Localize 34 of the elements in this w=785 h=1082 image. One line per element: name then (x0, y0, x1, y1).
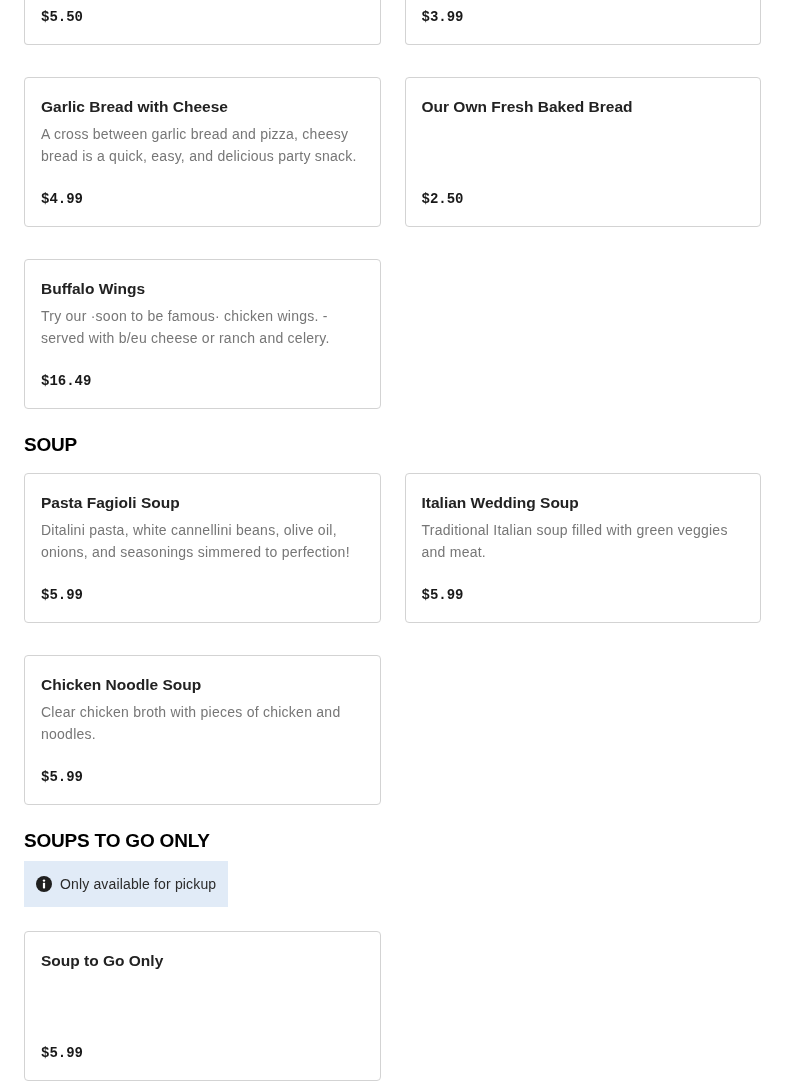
item-price: $5.50 (41, 8, 84, 27)
item-name: Buffalo Wings (41, 279, 147, 299)
section-heading: SOUP (24, 433, 79, 457)
item-description: Try our ·soon to be famous· chicken wings. - served with b/eu cheese or ranch and celery. (41, 307, 331, 348)
item-price: $5.99 (41, 586, 84, 605)
notice-text: Only available for pickup (60, 876, 217, 892)
menu-item-card[interactable]: $3.99 (404, 0, 761, 45)
menu-item-card[interactable]: Pasta Fagioli Soup Ditalini pasta, white cannellini beans, olive oil, onions, and seasonings simmered to perfection! $5.99 (24, 473, 381, 623)
item-description: A cross between garlic bread and pizza, cheesy bread is a quick, easy, and delicious party snack. (41, 125, 358, 166)
menu-item-card[interactable]: Soup to Go Only $5.99 (24, 931, 381, 1081)
item-name: Garlic Bread with Cheese (41, 97, 229, 117)
menu-item-card[interactable]: Chicken Noodle Soup Clear chicken broth with pieces of chicken and noodles. $5.99 (24, 655, 381, 805)
menu-item-card[interactable]: Buffalo Wings Try our ·soon to be famous· chicken wings. - served with b/eu cheese or ranch and celery. $16.49 (24, 259, 381, 409)
item-price: $3.99 (421, 8, 465, 27)
item-price: $16.49 (41, 372, 93, 391)
item-name: Chicken Noodle Soup (41, 675, 203, 695)
section-heading: SOUPS TO GO ONLY (24, 829, 211, 853)
menu-item-card[interactable]: $5.50 (24, 0, 381, 45)
menu-item-card[interactable]: Italian Wedding Soup Traditional Italian soup filled with green veggies and meat. $5.99 (404, 473, 761, 623)
menu-item-card[interactable]: Our Own Fresh Baked Bread $2.50 (404, 77, 761, 227)
item-description: Ditalini pasta, white cannellini beans, olive oil, onions, and seasonings simmered to perfection! (41, 521, 351, 562)
item-price: $5.99 (41, 1044, 84, 1063)
item-price: $2.50 (421, 190, 465, 209)
item-description: Clear chicken broth with pieces of chicken and noodles. (41, 703, 342, 744)
item-name: Soup to Go Only (41, 951, 165, 971)
item-price: $5.99 (41, 768, 84, 787)
item-name: Pasta Fagioli Soup (41, 493, 181, 513)
item-price: $4.99 (41, 190, 84, 209)
item-name: Italian Wedding Soup (421, 493, 580, 513)
info-icon (36, 876, 52, 892)
item-price: $5.99 (421, 586, 465, 605)
menu-item-card[interactable]: Garlic Bread with Cheese A cross between garlic bread and pizza, cheesy bread is a quick, easy, and delicious party snack. $4.99 (24, 77, 381, 227)
item-name: Our Own Fresh Baked Bread (421, 97, 634, 117)
item-description: Traditional Italian soup filled with green veggies and meat. (421, 521, 729, 562)
